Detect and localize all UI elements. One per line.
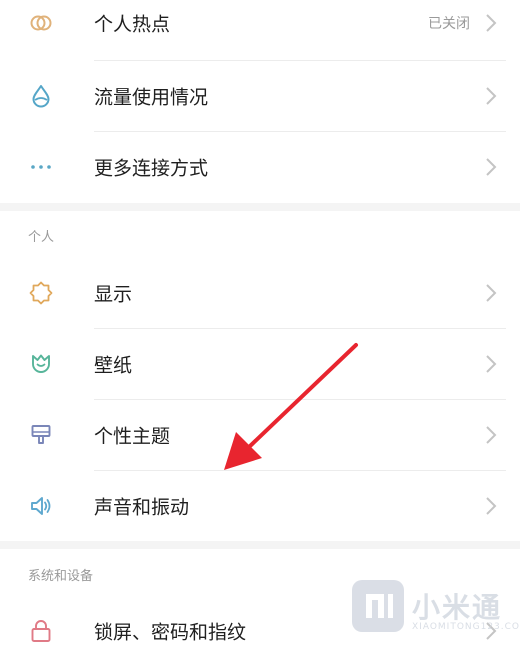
settings-item-label: 个性主题: [94, 425, 171, 448]
speaker-icon: [28, 493, 54, 519]
settings-item-label: 壁纸: [94, 354, 133, 377]
chevron-right-icon: [484, 495, 498, 517]
watermark-name: 小米通: [412, 591, 503, 624]
watermark-domain: XIAOMITONG123.COM: [412, 622, 520, 632]
settings-item-label: 显示: [94, 283, 133, 306]
settings-item-more-connections[interactable]: 更多连接方式: [0, 132, 520, 202]
settings-item-themes[interactable]: 个性主题: [0, 400, 520, 470]
settings-item-label: 个人热点: [94, 13, 171, 36]
brush-icon: [28, 422, 54, 448]
chevron-right-icon: [484, 12, 498, 34]
settings-item-data-usage[interactable]: 流量使用情况: [0, 61, 520, 131]
watermark: 小米通 XIAOMITONG123.COM: [352, 580, 520, 640]
settings-item-label: 锁屏、密码和指纹: [94, 621, 247, 644]
settings-item-label: 流量使用情况: [94, 86, 209, 109]
chevron-right-icon: [484, 353, 498, 375]
settings-item-label: 声音和振动: [94, 496, 190, 519]
chevron-right-icon: [484, 424, 498, 446]
settings-item-hotspot[interactable]: 个人热点 已关闭: [0, 0, 520, 58]
section-title-personal: 个人: [28, 230, 55, 245]
sun-icon: [28, 280, 54, 306]
settings-item-label: 更多连接方式: [94, 157, 209, 180]
lock-icon: [28, 618, 54, 644]
watermark-logo-icon: [352, 580, 404, 632]
settings-item-sound-vibration[interactable]: 声音和振动: [0, 471, 520, 541]
status-text: 已关闭: [428, 16, 470, 32]
chevron-right-icon: [484, 156, 498, 178]
water-drop-icon: [28, 83, 54, 109]
settings-item-display[interactable]: 显示: [0, 258, 520, 328]
hotspot-icon: [28, 10, 54, 36]
section-gap: [0, 203, 520, 211]
tulip-icon: [28, 351, 54, 377]
more-dots-icon: [28, 154, 54, 180]
section-gap: [0, 541, 520, 549]
chevron-right-icon: [484, 85, 498, 107]
chevron-right-icon: [484, 282, 498, 304]
section-title-system: 系统和设备: [28, 569, 94, 584]
settings-item-wallpaper[interactable]: 壁纸: [0, 329, 520, 399]
